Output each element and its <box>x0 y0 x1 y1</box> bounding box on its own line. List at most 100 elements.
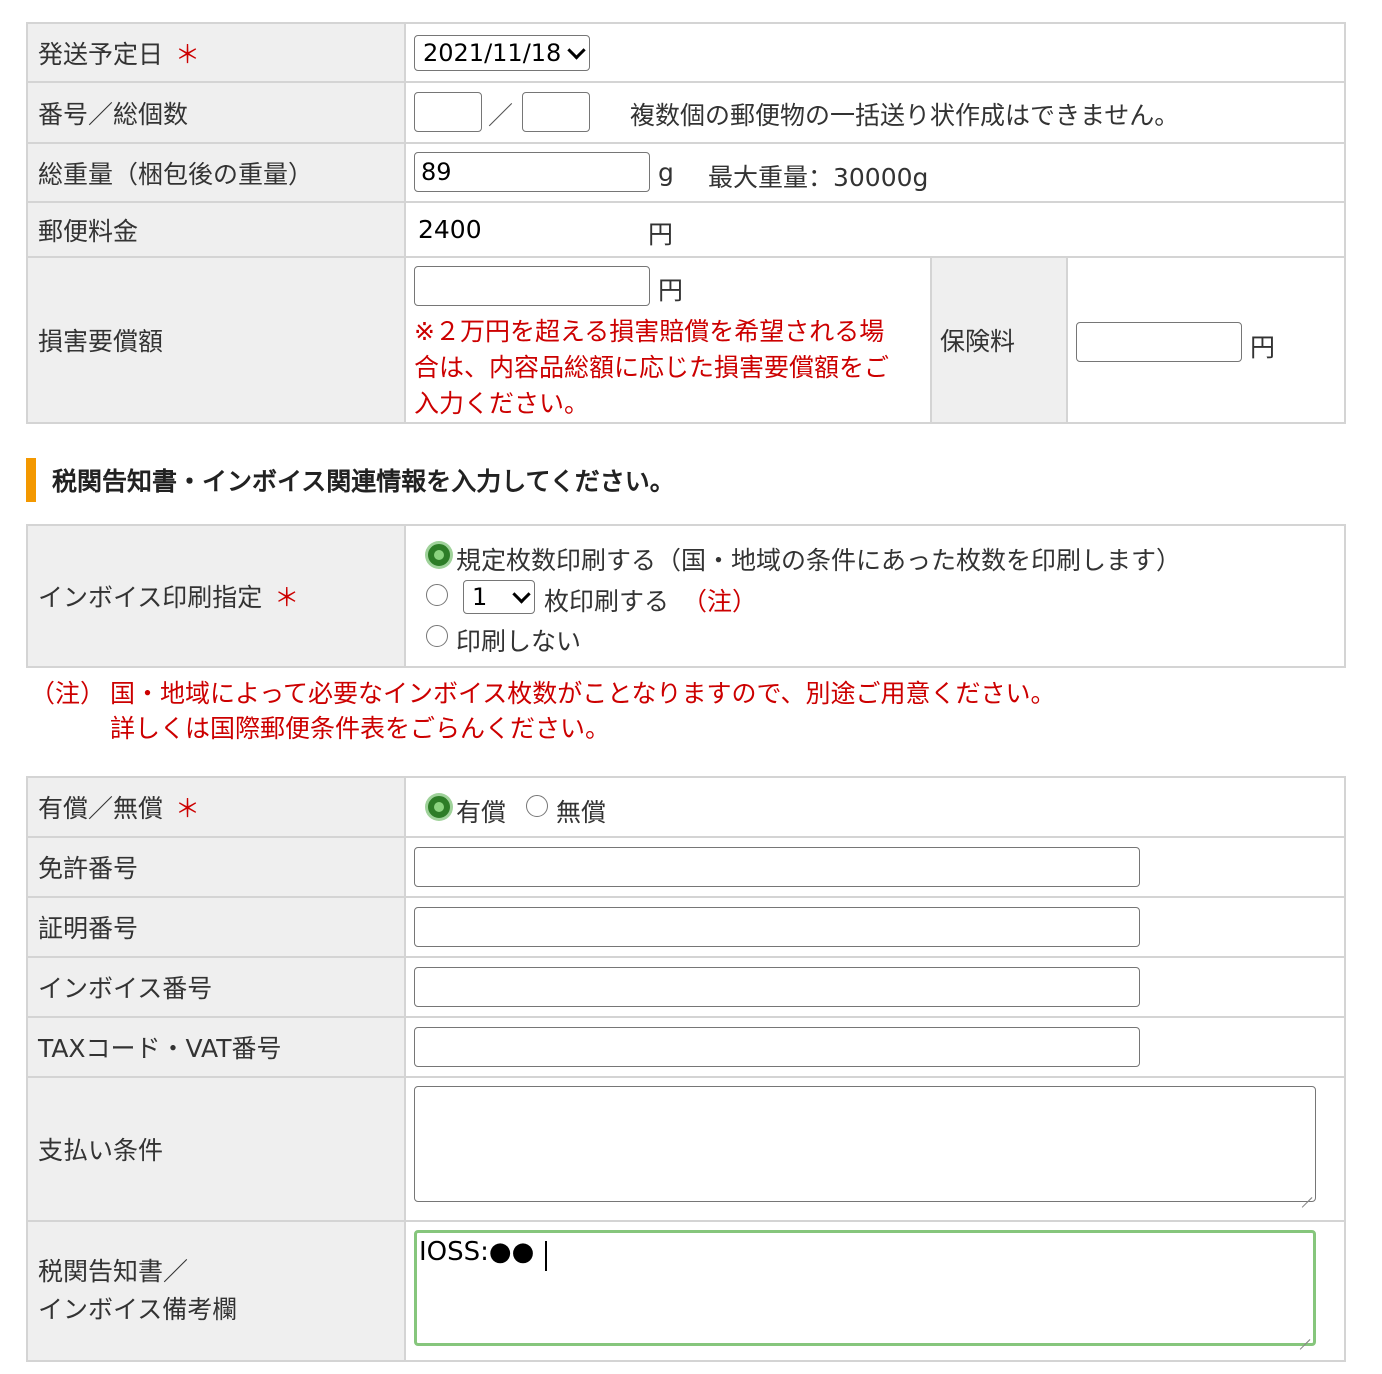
invoice-note-line2: 詳しくは国際郵便条件表をごらんください。 <box>110 714 611 743</box>
ship-date-select[interactable]: 2021/11/18 <box>414 35 590 71</box>
weight-input-value: 89 <box>421 158 452 186</box>
section-accent-bar <box>26 458 36 502</box>
postage-row: 郵便料金 2400 円 <box>28 201 1344 256</box>
damage-cell: 円 ※２万円を超える損害賠償を希望される場 合は、内容品総額に応じた損害要償額を… <box>406 258 930 422</box>
invoice-number-label: インボイス番号 <box>38 974 213 1003</box>
insurance-cell: 円 <box>1068 258 1344 422</box>
payment-label: 支払い条件 <box>38 1136 164 1165</box>
text-cursor <box>545 1241 547 1271</box>
certificate-header: 証明番号 <box>28 898 406 956</box>
damage-unit: 円 <box>658 276 684 305</box>
total-count-input[interactable] <box>522 92 590 132</box>
shipping-table: 発送予定日 ＊ 2021/11/18 番号／総個数 ／ 複数個の郵便物の一括送り… <box>26 22 1346 424</box>
tax-label: TAXコード・VAT番号 <box>38 1034 282 1063</box>
certificate-input[interactable] <box>414 907 1140 947</box>
certificate-cell <box>406 898 1344 956</box>
invoice-number-header: インボイス番号 <box>28 958 406 1016</box>
weight-input[interactable]: 89 <box>414 152 650 192</box>
paid-option-label: 有償 <box>456 798 507 827</box>
remarks-label-line1: 税関告知書／ <box>38 1257 189 1286</box>
certificate-row: 証明番号 <box>28 896 1344 956</box>
invoice-number-input[interactable] <box>414 967 1140 1007</box>
resize-handle-icon[interactable] <box>1298 1328 1310 1340</box>
free-radio[interactable] <box>526 795 548 817</box>
weight-max-note: 最大重量：30000g <box>708 163 929 192</box>
invoice-print-row: インボイス印刷指定 ＊ 規定枚数印刷する（国・地域の条件にあった枚数を印刷します… <box>28 526 1344 666</box>
damage-label: 損害要償額 <box>38 327 164 356</box>
customs-table: 有償／無償 ＊ 有償 無償 免許番号 証明番号 インボイス番号 TAXコード・V… <box>26 776 1346 1362</box>
invoice-print-header: インボイス印刷指定 ＊ <box>28 526 406 666</box>
free-option-label: 無償 <box>556 798 607 827</box>
number-row: 番号／総個数 ／ 複数個の郵便物の一括送り状作成はできません。 <box>28 81 1344 142</box>
ship-date-label: 発送予定日 <box>38 39 164 69</box>
weight-cell: 89 g 最大重量：30000g <box>406 144 1344 201</box>
number-note: 複数個の郵便物の一括送り状作成はできません。 <box>630 101 1180 130</box>
package-number-input[interactable] <box>414 92 482 132</box>
print-count-value: 1 <box>472 583 488 611</box>
ship-date-row: 発送予定日 ＊ 2021/11/18 <box>28 24 1344 81</box>
damage-note-line1: ※２万円を超える損害賠償を希望される場 <box>414 317 885 346</box>
postage-label: 郵便料金 <box>38 216 139 246</box>
damage-row: 損害要償額 円 ※２万円を超える損害賠償を希望される場 合は、内容品総額に応じた… <box>28 256 1344 422</box>
postage-cell: 2400 円 <box>406 203 1344 256</box>
paid-cell: 有償 無償 <box>406 778 1344 836</box>
paid-header: 有償／無償 ＊ <box>28 778 406 836</box>
payment-row: 支払い条件 <box>28 1076 1344 1220</box>
insurance-unit: 円 <box>1250 333 1276 362</box>
license-cell <box>406 838 1344 896</box>
damage-amount-input[interactable] <box>414 266 650 306</box>
paid-label: 有償／無償 <box>38 794 164 823</box>
payment-header: 支払い条件 <box>28 1078 406 1220</box>
print-count-label: 枚印刷する <box>544 587 670 616</box>
postage-unit: 円 <box>648 220 674 249</box>
chevron-down-icon <box>567 41 586 60</box>
invoice-note-line1: 国・地域によって必要なインボイス枚数がことなりますので、別途ご用意ください。 <box>110 679 1056 708</box>
payment-cell <box>406 1078 1344 1220</box>
ship-date-header: 発送予定日 ＊ <box>28 24 406 81</box>
print-count-radio[interactable] <box>426 584 448 606</box>
invoice-note-prefix: （注） <box>30 679 106 708</box>
remarks-header: 税関告知書／ インボイス備考欄 <box>28 1222 406 1360</box>
print-none-radio[interactable] <box>426 625 448 647</box>
tax-header: TAXコード・VAT番号 <box>28 1018 406 1076</box>
payment-terms-textarea[interactable] <box>414 1086 1316 1202</box>
print-count-select[interactable]: 1 <box>463 580 535 614</box>
postage-value: 2400 <box>418 215 482 244</box>
tax-vat-input[interactable] <box>414 1027 1140 1067</box>
tax-cell <box>406 1018 1344 1076</box>
print-none-label: 印刷しない <box>456 627 582 656</box>
insurance-input[interactable] <box>1076 322 1242 362</box>
damage-note-line2: 合は、内容品総額に応じた損害要償額をご <box>414 353 890 382</box>
required-mark: ＊ <box>175 39 201 69</box>
number-separator: ／ <box>488 101 514 130</box>
paid-row: 有償／無償 ＊ 有償 無償 <box>28 778 1344 836</box>
remarks-textarea[interactable]: IOSS:●● <box>414 1230 1316 1346</box>
print-default-label: 規定枚数印刷する（国・地域の条件にあった枚数を印刷します） <box>456 546 1182 575</box>
insurance-label: 保険料 <box>940 327 1016 356</box>
weight-unit: g <box>658 158 674 187</box>
postage-header: 郵便料金 <box>28 203 406 256</box>
weight-label: 総重量（梱包後の重量） <box>38 159 314 189</box>
license-input[interactable] <box>414 847 1140 887</box>
ship-date-cell: 2021/11/18 <box>406 24 1344 81</box>
resize-handle-icon[interactable] <box>1300 1186 1312 1198</box>
invoice-print-table: インボイス印刷指定 ＊ 規定枚数印刷する（国・地域の条件にあった枚数を印刷します… <box>26 524 1346 668</box>
invoice-print-label: インボイス印刷指定 <box>38 583 263 612</box>
license-header: 免許番号 <box>28 838 406 896</box>
weight-header: 総重量（梱包後の重量） <box>28 144 406 201</box>
ship-date-value: 2021/11/18 <box>423 39 562 67</box>
print-default-radio[interactable] <box>428 544 450 566</box>
invoice-number-row: インボイス番号 <box>28 956 1344 1016</box>
paid-radio[interactable] <box>428 796 450 818</box>
certificate-label: 証明番号 <box>38 914 139 943</box>
required-mark: ＊ <box>274 583 300 612</box>
number-label: 番号／総個数 <box>38 99 189 129</box>
remarks-cell: IOSS:●● <box>406 1222 1344 1360</box>
damage-note-line3: 入力ください。 <box>414 389 590 418</box>
tax-row: TAXコード・VAT番号 <box>28 1016 1344 1076</box>
invoice-print-cell: 規定枚数印刷する（国・地域の条件にあった枚数を印刷します） 1 枚印刷する （注… <box>406 526 1344 666</box>
remarks-row: 税関告知書／ インボイス備考欄 IOSS:●● <box>28 1220 1344 1360</box>
number-cell: ／ 複数個の郵便物の一括送り状作成はできません。 <box>406 83 1344 142</box>
insurance-header: 保険料 <box>930 258 1068 422</box>
damage-header: 損害要償額 <box>28 258 406 422</box>
